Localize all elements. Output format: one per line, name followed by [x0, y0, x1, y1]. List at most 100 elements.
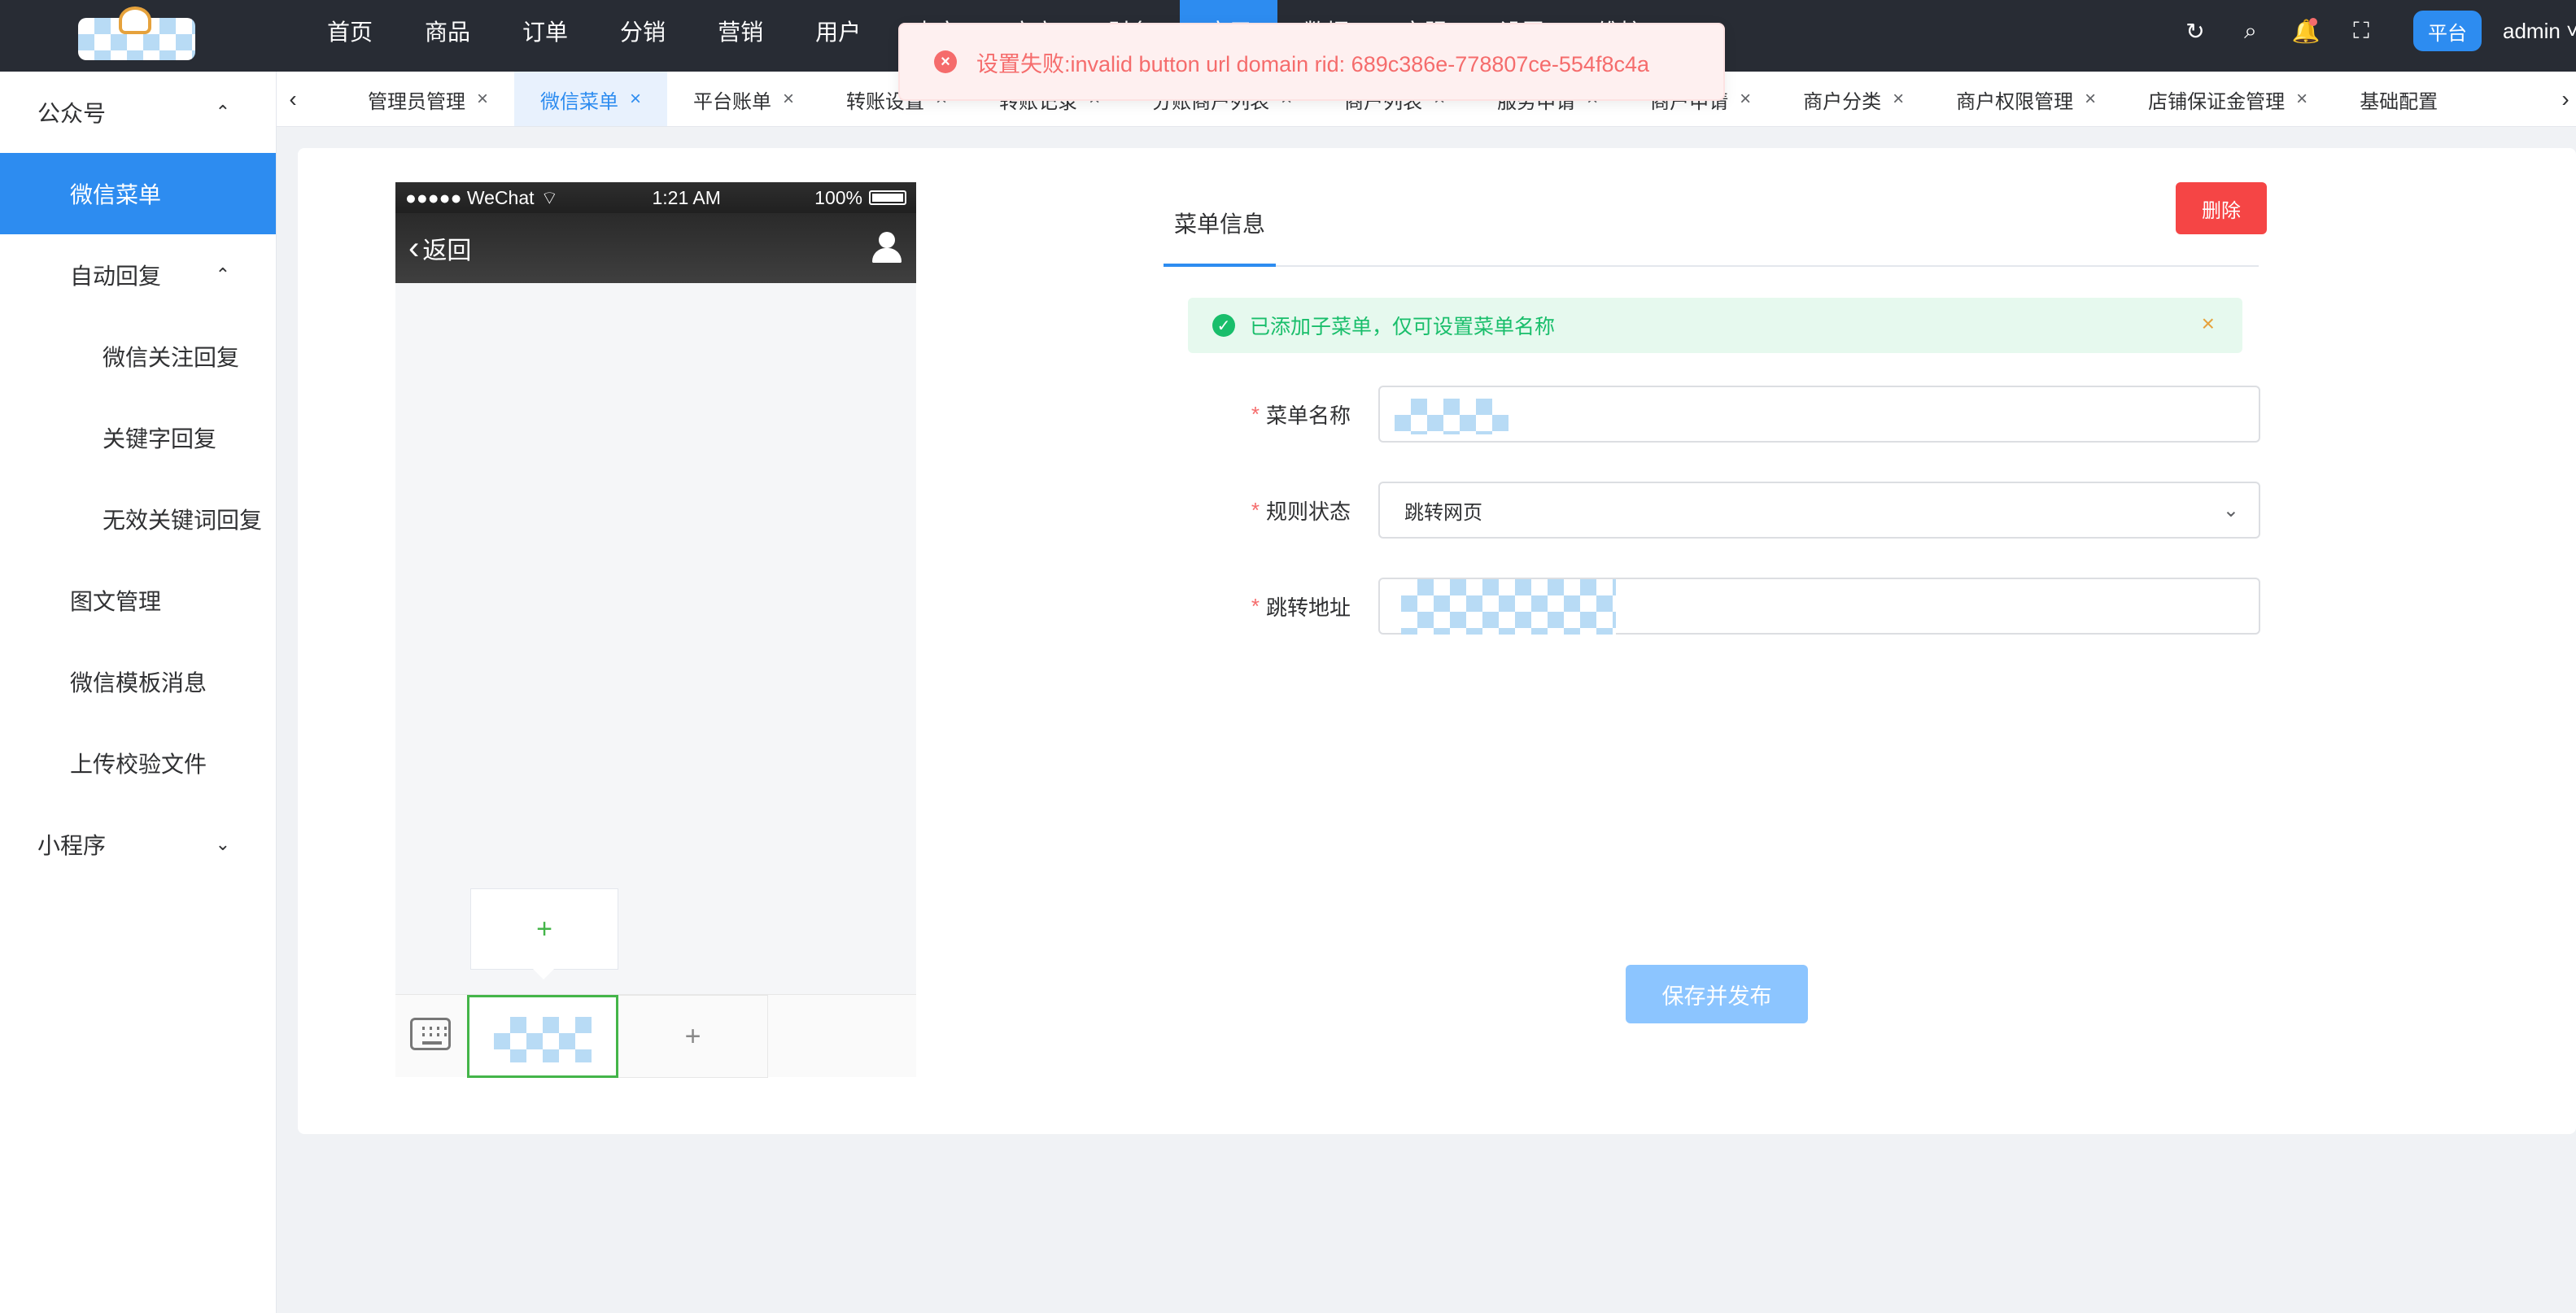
sidebar-item-label: 关键字回复 — [103, 426, 217, 451]
keyboard-icon — [410, 1018, 451, 1050]
back-arrow-icon: ‹ — [408, 230, 420, 266]
form-row-menu-name: * 菜单名称 — [1188, 386, 2260, 443]
jump-url-label: * 跳转地址 — [1188, 578, 1351, 635]
close-icon[interactable]: × — [477, 88, 488, 111]
sidebar-item-wechat-menu[interactable]: 微信菜单 — [0, 153, 276, 234]
wifi-icon: ⌔ — [540, 186, 559, 208]
back-label: 返回 — [422, 238, 472, 264]
notification-dot — [2309, 18, 2317, 26]
required-mark: * — [1251, 593, 1260, 618]
platform-button[interactable]: 平台 — [2413, 11, 2482, 51]
jump-url-input[interactable] — [1378, 578, 2260, 635]
user-menu[interactable]: admin ˅ — [2503, 19, 2576, 44]
tab-menu-info[interactable]: 菜单信息 — [1164, 182, 1276, 267]
tab-label: 基础配置 — [2360, 90, 2438, 113]
toast-message: 设置失败:invalid button url domain rid: 689c… — [976, 51, 1649, 76]
required-mark: * — [1251, 497, 1260, 522]
tab-platform-bill[interactable]: 平台账单 × — [667, 72, 820, 126]
phone-header: ‹ 返回 — [395, 213, 916, 283]
redacted-menu-name — [494, 1017, 592, 1062]
save-publish-button[interactable]: 保存并发布 — [1626, 965, 1808, 1023]
sidebar-item-invalid-keyword-reply[interactable]: 无效关键词回复 — [0, 478, 276, 560]
required-mark: * — [1251, 401, 1260, 426]
sidebar-item-label: 微信菜单 — [70, 182, 162, 207]
delete-button[interactable]: 删除 — [2176, 182, 2267, 234]
nav-users[interactable]: 用户 — [789, 0, 887, 62]
sidebar-item-label: 微信模板消息 — [70, 670, 207, 696]
sidebar-group-official-account[interactable]: 公众号 ⌃ — [0, 72, 276, 153]
rule-status-select[interactable]: 跳转网页 ⌄ — [1378, 482, 2260, 539]
tab-merchant-category[interactable]: 商户分类 × — [1777, 72, 1930, 126]
sidebar-item-upload-verify-file[interactable]: 上传校验文件 — [0, 722, 276, 804]
nav-orders[interactable]: 订单 — [496, 0, 594, 62]
top-right-actions: ↻ ⌕ 🔔 ⛶ 平台 admin ˅ — [2168, 0, 2576, 62]
tab-merchant-permissions[interactable]: 商户权限管理 × — [1930, 72, 2122, 126]
sidebar: 公众号 ⌃ 微信菜单 自动回复 ⌃ 微信关注回复 关键字回复 无效关键词回复 图… — [0, 72, 277, 1313]
menu-name-label: * 菜单名称 — [1188, 386, 1351, 443]
logo[interactable] — [78, 7, 195, 60]
refresh-icon[interactable]: ↻ — [2168, 0, 2223, 62]
close-icon[interactable]: × — [2202, 312, 2215, 335]
sidebar-item-label: 上传校验文件 — [70, 752, 207, 777]
redacted-value — [1395, 399, 1508, 434]
sidebar-item-keyword-reply[interactable]: 关键字回复 — [0, 397, 276, 478]
tab-admin-management[interactable]: 管理员管理 × — [342, 72, 514, 126]
chevron-up-icon: ⌃ — [215, 102, 230, 122]
phone-back: ‹ 返回 — [408, 230, 471, 266]
tab-wechat-menu[interactable]: 微信菜单 × — [514, 72, 668, 126]
tabs-prev-icon[interactable]: ‹ — [277, 72, 309, 126]
sidebar-item-label: 小程序 — [37, 833, 107, 858]
carrier-label: ●●●●● WeChat — [405, 186, 535, 208]
submenu-popup-tail — [532, 968, 555, 979]
tab-basic-config[interactable]: 基础配置 — [2334, 72, 2464, 126]
add-menu-button[interactable]: + — [618, 995, 768, 1078]
add-submenu-button[interactable]: + — [470, 888, 618, 970]
close-icon[interactable]: × — [1893, 88, 1904, 111]
phone-menu-bar: + — [395, 994, 916, 1078]
sidebar-item-label: 无效关键词回复 — [103, 508, 263, 533]
redacted-value — [1401, 579, 1616, 635]
close-icon[interactable]: × — [2296, 88, 2307, 111]
main-card: ●●●●● WeChat ⌔ 1:21 AM 100% ‹ 返回 + + 菜单信… — [298, 148, 2576, 1134]
label-text: 跳转地址 — [1265, 595, 1351, 620]
sidebar-item-follow-reply[interactable]: 微信关注回复 — [0, 316, 276, 397]
bell-icon[interactable]: 🔔 — [2278, 0, 2334, 62]
globe-icon — [119, 7, 151, 34]
search-icon[interactable]: ⌕ — [2223, 0, 2278, 62]
alert-text: 已添加子菜单，仅可设置菜单名称 — [1250, 316, 1556, 338]
battery-icon — [869, 190, 906, 205]
phone-preview: ●●●●● WeChat ⌔ 1:21 AM 100% ‹ 返回 + + — [395, 182, 916, 1078]
sidebar-group-auto-reply[interactable]: 自动回复 ⌃ — [0, 234, 276, 316]
sidebar-item-template-messages[interactable]: 微信模板消息 — [0, 641, 276, 722]
tab-label: 店铺保证金管理 — [2148, 90, 2286, 113]
phone-time: 1:21 AM — [652, 186, 721, 208]
nav-products[interactable]: 商品 — [399, 0, 496, 62]
chevron-up-icon: ⌃ — [215, 264, 230, 285]
sidebar-item-label: 图文管理 — [70, 589, 162, 614]
close-icon[interactable]: × — [783, 88, 794, 111]
phone-battery: 100% — [814, 187, 906, 209]
nav-marketing[interactable]: 营销 — [692, 0, 789, 62]
select-value: 跳转网页 — [1404, 501, 1482, 524]
sidebar-group-mini-program[interactable]: 小程序 ⌄ — [0, 804, 276, 885]
nav-home[interactable]: 首页 — [301, 0, 399, 62]
menu-name-input[interactable] — [1378, 386, 2260, 443]
nav-distribution[interactable]: 分销 — [594, 0, 692, 62]
close-icon[interactable]: × — [2085, 88, 2096, 111]
close-icon[interactable]: × — [1740, 88, 1751, 111]
label-text: 规则状态 — [1265, 499, 1351, 524]
sidebar-item-label: 公众号 — [37, 101, 107, 126]
battery-percent: 100% — [814, 186, 862, 208]
close-icon[interactable]: × — [630, 88, 641, 111]
error-circle-icon: × — [934, 50, 957, 73]
tab-label: 商户分类 — [1803, 90, 1882, 113]
phone-carrier: ●●●●● WeChat ⌔ — [405, 186, 558, 210]
menu-item-selected[interactable] — [467, 995, 618, 1078]
error-toast: × 设置失败:invalid button url domain rid: 68… — [898, 23, 1725, 101]
tab-store-deposit[interactable]: 店铺保证金管理 × — [2122, 72, 2334, 126]
tab-label: 微信菜单 — [540, 90, 619, 113]
tabs-next-icon[interactable]: › — [2555, 72, 2576, 126]
fullscreen-icon[interactable]: ⛶ — [2334, 0, 2389, 62]
sidebar-item-label: 自动回复 — [70, 264, 162, 289]
sidebar-item-article-management[interactable]: 图文管理 — [0, 560, 276, 641]
